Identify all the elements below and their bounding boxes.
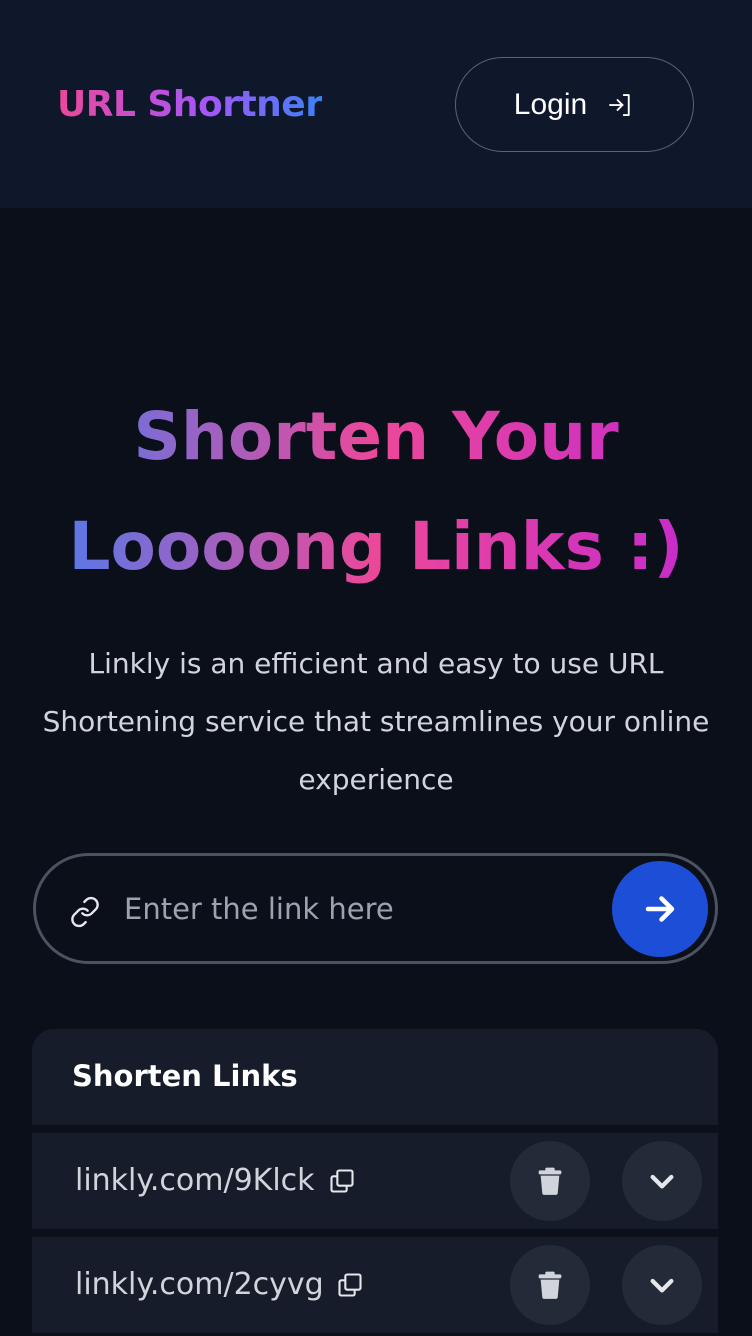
hero-title-line-1: Shorten Your [133,398,619,475]
login-button-label: Login [513,87,588,121]
shorten-url-form [33,853,718,964]
hero-title-line-2: Loooong Links :) [68,508,684,585]
top-navbar: URL Shortner Login [0,0,752,208]
copy-icon[interactable] [336,1271,364,1299]
login-button[interactable]: Login [455,57,694,152]
chevron-down-icon [650,1278,674,1293]
brand-logo-text[interactable]: URL Shortner [57,84,323,125]
trash-icon [538,1271,562,1299]
trash-icon [538,1167,562,1195]
hero-description: Linkly is an efficient and easy to use U… [42,647,710,796]
delete-button[interactable] [510,1245,590,1325]
expand-button[interactable] [622,1141,702,1221]
copy-icon[interactable] [328,1167,356,1195]
chevron-down-icon [650,1174,674,1189]
shorten-links-panel-header: Shorten Links [32,1029,718,1125]
panel-title: Shorten Links [72,1059,298,1093]
list-item: linkly.com/2cyvg [32,1237,718,1333]
url-input[interactable] [124,876,594,942]
sign-in-icon [609,93,630,116]
delete-button[interactable] [510,1141,590,1221]
link-icon [71,896,99,928]
short-url[interactable]: linkly.com/9Klck [75,1163,315,1198]
short-url[interactable]: linkly.com/2cyvg [75,1267,324,1302]
arrow-right-icon [645,896,675,922]
expand-button[interactable] [622,1245,702,1325]
hero-title: Shorten Your Loooong Links :) [0,382,752,602]
list-item: linkly.com/9Klck [32,1133,718,1229]
shorten-submit-button[interactable] [612,861,708,957]
